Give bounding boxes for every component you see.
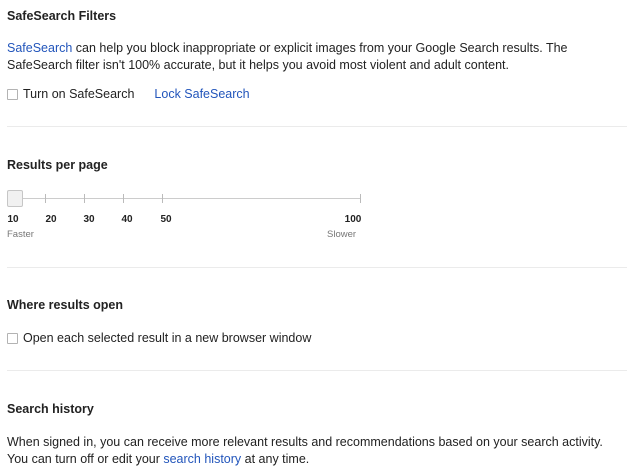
results-per-page-slider[interactable]: 10 20 30 40 50 100 Faster Slower [7, 186, 367, 246]
safesearch-checkbox[interactable] [7, 88, 18, 100]
safesearch-checkbox-label[interactable]: Turn on SafeSearch [23, 87, 134, 101]
new-window-checkbox-label[interactable]: Open each selected result in a new brows… [23, 331, 311, 345]
search-history-text-2: at any time. [241, 452, 310, 466]
where-results-open-heading: Where results open [7, 298, 123, 312]
slider-track[interactable] [15, 198, 361, 199]
safesearch-description: SafeSearch can help you block inappropri… [7, 40, 627, 74]
results-per-page-heading: Results per page [7, 158, 108, 172]
results-per-page-section: Results per page [7, 158, 634, 172]
search-history-description: When signed in, you can receive more rel… [7, 434, 627, 468]
slider-tick [162, 194, 163, 203]
divider [7, 126, 627, 127]
slower-label: Slower [327, 229, 357, 240]
tick-label-40: 40 [121, 214, 133, 225]
search-history-link[interactable]: search history [163, 452, 241, 466]
safesearch-description-text: can help you block inappropriate or expl… [7, 41, 568, 72]
divider [7, 370, 627, 371]
new-window-checkbox[interactable] [7, 332, 18, 344]
faster-label: Faster [7, 229, 34, 240]
search-history-section: Search history [7, 402, 634, 416]
safesearch-controls: Turn on SafeSearch Lock SafeSearch [7, 87, 634, 101]
lock-safesearch-link[interactable]: Lock SafeSearch [154, 87, 249, 101]
slider-thumb[interactable] [7, 190, 23, 207]
new-window-row: Open each selected result in a new brows… [7, 331, 634, 345]
safesearch-link[interactable]: SafeSearch [7, 41, 72, 55]
tick-label-100: 100 [344, 214, 362, 225]
tick-label-50: 50 [160, 214, 172, 225]
slider-tick [123, 194, 124, 203]
tick-label-20: 20 [45, 214, 57, 225]
slider-tick [45, 194, 46, 203]
safesearch-heading: SafeSearch Filters [7, 9, 117, 23]
slider-tick [360, 194, 361, 203]
tick-label-30: 30 [83, 214, 95, 225]
slider-tick [84, 194, 85, 203]
tick-label-10: 10 [7, 214, 19, 225]
safesearch-section: SafeSearch Filters [7, 9, 634, 23]
divider [7, 267, 627, 268]
where-results-open-section: Where results open [7, 298, 634, 312]
search-history-heading: Search history [7, 402, 94, 416]
